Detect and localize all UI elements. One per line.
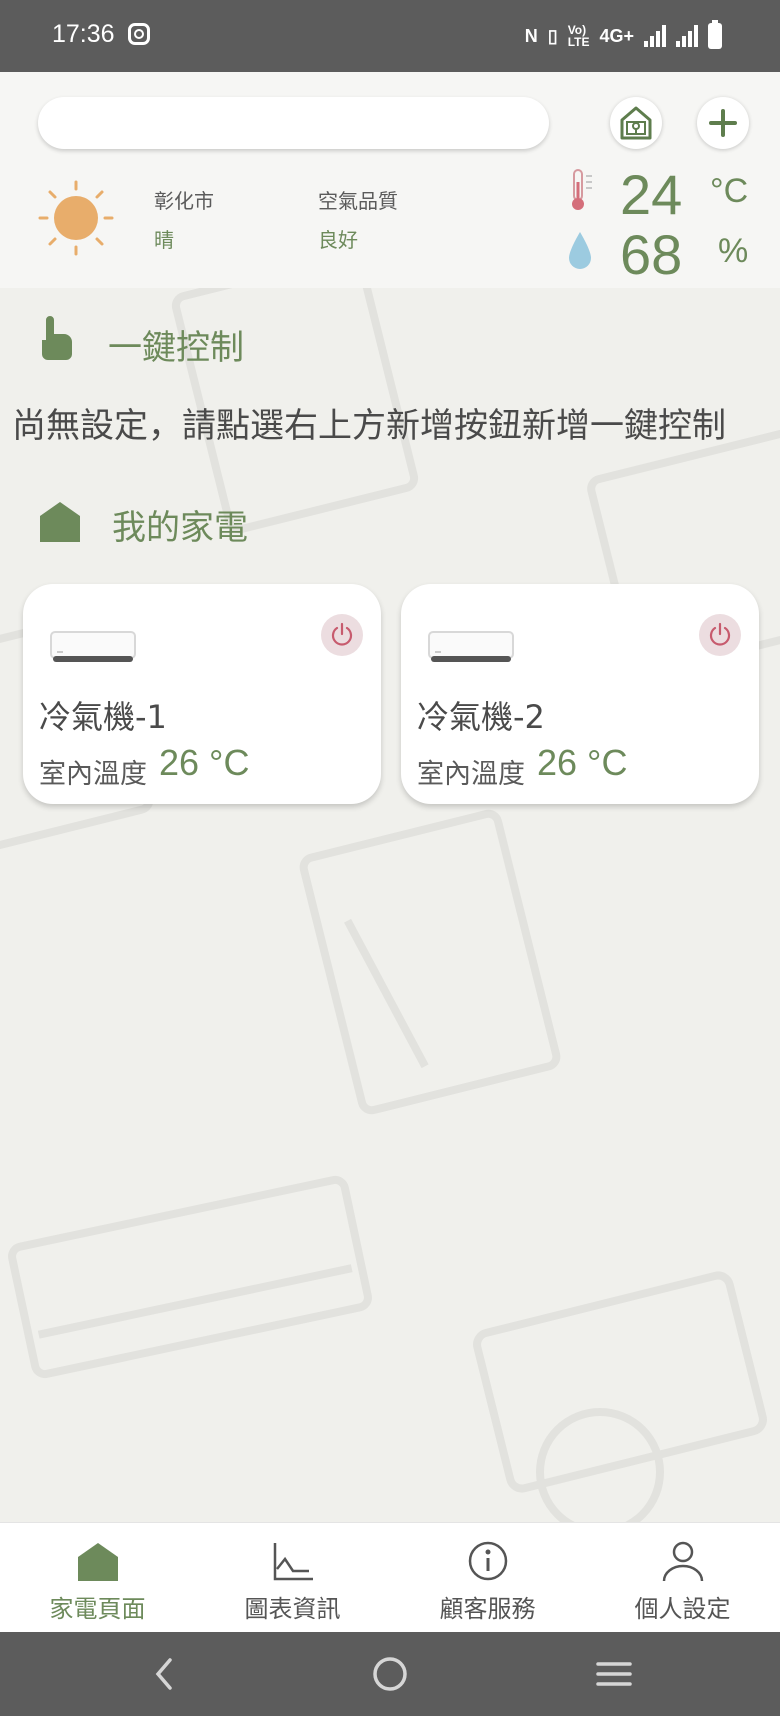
battery-icon — [708, 20, 722, 49]
back-icon[interactable] — [146, 1654, 186, 1694]
network-label: 4G+ — [599, 25, 634, 46]
bottom-nav: 家電頁面 圖表資訊 顧客服務 個人設定 — [0, 1522, 780, 1632]
air-quality-value: 良好 — [318, 228, 358, 252]
indoor-temp-label: 室內溫度 — [417, 759, 525, 790]
sun-icon — [38, 180, 114, 256]
weather-city: 彰化市 — [154, 189, 214, 213]
nav-customer-service[interactable]: 顧客服務 — [390, 1523, 585, 1633]
indoor-temp-label: 室內溫度 — [39, 759, 147, 790]
menu-icon[interactable] — [594, 1654, 634, 1694]
add-button[interactable] — [697, 97, 749, 149]
status-bar: 17:36 N ▯ Vo) LTE 4G+ — [0, 0, 780, 72]
home-icon — [78, 1543, 118, 1581]
vibrate-icon: ▯ — [547, 25, 558, 46]
temperature-value: 24 — [620, 163, 683, 226]
air-conditioner-icon — [428, 631, 514, 662]
plus-icon — [709, 109, 737, 137]
appliance-card-2[interactable]: 冷氣機-2 室內溫度 26 °C — [401, 584, 759, 804]
search-input[interactable] — [38, 97, 549, 149]
pointing-hand-icon — [42, 316, 72, 360]
volte-icon: Vo) LTE — [567, 23, 590, 49]
appliances-title: 我的家電 — [112, 508, 248, 548]
humidity-unit: % — [718, 232, 749, 270]
nav-label: 個人設定 — [634, 1595, 731, 1623]
instagram-icon — [128, 23, 150, 45]
nav-label: 圖表資訊 — [244, 1595, 341, 1623]
system-nav-bar — [0, 1632, 780, 1716]
status-icons: N ▯ Vo) LTE 4G+ — [524, 20, 722, 50]
nav-profile[interactable]: 個人設定 — [585, 1523, 780, 1633]
temperature-unit: °C — [710, 172, 749, 210]
header: 彰化市 晴 空氣品質 良好 24 °C 68 % — [0, 72, 780, 288]
signal-1-icon — [644, 25, 666, 47]
chart-icon — [273, 1543, 313, 1581]
home-lock-icon — [620, 106, 652, 140]
thermometer-icon — [572, 169, 592, 210]
nav-label: 家電頁面 — [49, 1595, 146, 1623]
home-selector-button[interactable] — [610, 97, 662, 149]
weather-condition: 晴 — [154, 228, 174, 252]
air-quality-label: 空氣品質 — [318, 189, 398, 213]
appliance-card-1[interactable]: 冷氣機-1 室內溫度 26 °C — [23, 584, 381, 804]
air-conditioner-icon — [50, 631, 136, 662]
power-button[interactable] — [321, 614, 363, 656]
home-circle-icon[interactable] — [370, 1654, 410, 1694]
appliance-name: 冷氣機-2 — [417, 698, 545, 736]
water-drop-icon — [569, 232, 591, 269]
humidity-value: 68 — [620, 223, 683, 286]
signal-2-icon — [676, 25, 698, 47]
power-icon — [709, 622, 731, 646]
nav-appliances[interactable]: 家電頁面 — [0, 1523, 195, 1633]
info-icon — [468, 1541, 508, 1581]
nfc-icon: N — [524, 25, 538, 46]
one-click-empty-message: 尚無設定，請點選右上方新增按鈕新增一鍵控制 — [12, 406, 726, 446]
person-icon — [662, 1541, 704, 1582]
indoor-temp-value: 26 °C — [537, 742, 628, 783]
house-icon — [40, 502, 80, 542]
power-button[interactable] — [699, 614, 741, 656]
status-time: 17:36 — [52, 20, 115, 48]
nav-charts[interactable]: 圖表資訊 — [195, 1523, 390, 1633]
one-click-title: 一鍵控制 — [108, 328, 244, 368]
indoor-temp-value: 26 °C — [159, 742, 250, 783]
appliance-name: 冷氣機-1 — [39, 698, 167, 736]
power-icon — [331, 622, 353, 646]
nav-label: 顧客服務 — [439, 1595, 536, 1623]
